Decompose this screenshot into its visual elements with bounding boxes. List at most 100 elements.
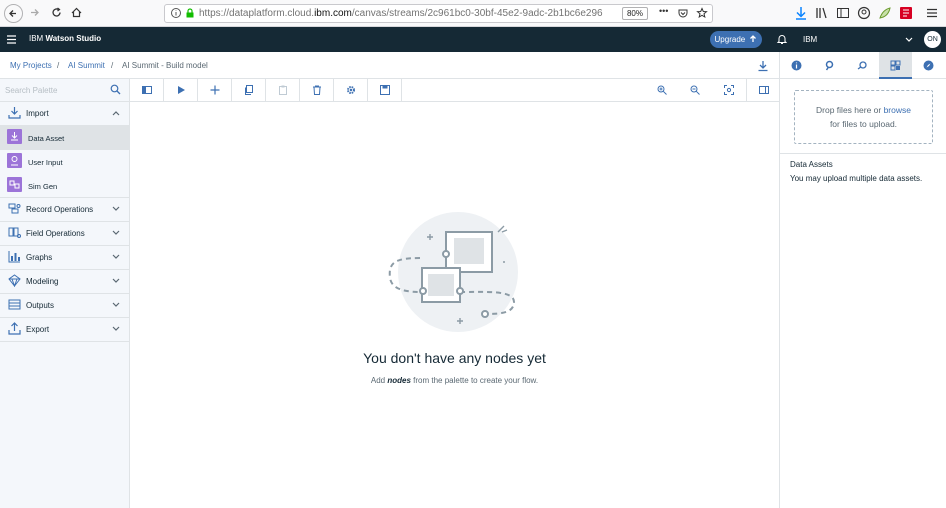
category-label: Import: [26, 109, 49, 118]
zoom-out-icon: [690, 85, 700, 95]
breadcrumb-separator: /: [57, 61, 60, 70]
search-icon[interactable]: [110, 84, 121, 95]
account-name[interactable]: IBM: [803, 35, 817, 44]
paste-button[interactable]: [266, 79, 300, 101]
tab-versions[interactable]: [813, 52, 846, 79]
palette-category-outputs[interactable]: Outputs: [0, 294, 129, 318]
url-text: https://dataplatform.cloud.ibm.com/canva…: [199, 8, 603, 19]
upgrade-button[interactable]: Upgrade: [710, 31, 762, 48]
arrow-up-icon: [750, 35, 757, 42]
palette-toggle-icon: [142, 86, 152, 94]
info-icon[interactable]: [170, 7, 184, 21]
trash-icon: [313, 85, 321, 95]
download-icon[interactable]: [757, 60, 769, 72]
gear-icon: [347, 86, 355, 94]
toggle-palette-button[interactable]: [130, 79, 164, 101]
chevron-down-icon: [112, 230, 120, 235]
graphs-icon: [8, 251, 20, 263]
add-comment-button[interactable]: [198, 79, 232, 101]
tab-environment[interactable]: [846, 52, 879, 79]
flow-canvas[interactable]: You don't have any nodes yet Add nodes f…: [130, 102, 779, 508]
data-assets-icon: [890, 60, 901, 71]
palette-search: [0, 79, 130, 101]
app-title[interactable]: IBM Watson Studio: [29, 34, 101, 43]
palette-search-input[interactable]: [5, 83, 105, 97]
import-icon: [8, 107, 21, 119]
delete-button[interactable]: [300, 79, 334, 101]
save-icon: [380, 85, 390, 95]
empty-state-subtitle: Add nodes from the palette to create you…: [370, 376, 539, 385]
copy-button[interactable]: [232, 79, 266, 101]
sidebar-toggle-icon[interactable]: [835, 5, 851, 21]
toggle-right-panel-button[interactable]: [746, 79, 780, 101]
save-button[interactable]: [368, 79, 402, 101]
tab-explore[interactable]: [912, 52, 945, 79]
category-label: Record Operations: [26, 205, 94, 214]
home-icon[interactable]: [68, 4, 87, 23]
palette-category-export[interactable]: Export: [0, 318, 129, 342]
download-arrow-icon[interactable]: [793, 5, 809, 21]
breadcrumb-current: AI Summit - Build model: [122, 61, 208, 70]
node-palette: Import Data Asset User Input Sim Gen Rec…: [0, 102, 130, 508]
palette-node-data-asset[interactable]: Data Asset: [0, 126, 129, 150]
palette-category-record-operations[interactable]: Record Operations: [0, 198, 129, 222]
tab-info[interactable]: [780, 52, 813, 79]
extension-red-icon[interactable]: [898, 5, 914, 21]
menu-icon[interactable]: [924, 5, 940, 21]
run-flow-button[interactable]: [164, 79, 198, 101]
palette-category-field-operations[interactable]: Field Operations: [0, 222, 129, 246]
breadcrumb-project[interactable]: AI Summit: [68, 61, 105, 70]
browse-link[interactable]: browse: [884, 105, 911, 115]
zoom-in-button[interactable]: [645, 79, 679, 101]
forward-icon[interactable]: [27, 4, 46, 23]
chevron-down-icon: [112, 302, 120, 307]
category-label: Modeling: [26, 277, 59, 286]
chevron-down-icon: [112, 326, 120, 331]
chevron-down-icon[interactable]: [905, 37, 913, 43]
category-label: Graphs: [26, 253, 53, 262]
zoom-out-button[interactable]: [678, 79, 712, 101]
category-label: Field Operations: [26, 229, 85, 238]
palette-category-import[interactable]: Import: [0, 102, 129, 126]
reload-icon[interactable]: [48, 4, 67, 23]
bookmark-star-icon[interactable]: [696, 7, 710, 21]
zoom-fit-button[interactable]: [712, 79, 746, 101]
versions-icon: [825, 60, 834, 71]
environment-icon: [857, 61, 867, 70]
compass-icon: [923, 60, 934, 71]
settings-button[interactable]: [334, 79, 368, 101]
data-assets-description: You may upload multiple data assets.: [790, 174, 923, 183]
record-operations-icon: [8, 203, 21, 214]
account-icon[interactable]: [856, 5, 872, 21]
palette-node-sim-gen[interactable]: Sim Gen: [0, 174, 129, 198]
right-panel-tabs: [780, 52, 946, 79]
chevron-down-icon: [112, 254, 120, 259]
node-label: Sim Gen: [28, 182, 58, 191]
lock-icon: [184, 7, 198, 21]
pocket-icon[interactable]: [677, 7, 691, 21]
address-bar[interactable]: https://dataplatform.cloud.ibm.com/canva…: [164, 4, 713, 23]
extension-leaf-icon[interactable]: [877, 5, 893, 21]
canvas-toolbar: [0, 79, 779, 102]
data-asset-icon: [7, 129, 22, 144]
palette-node-user-input[interactable]: User Input: [0, 150, 129, 174]
back-icon[interactable]: [4, 4, 23, 23]
library-icon[interactable]: [814, 5, 830, 21]
user-input-icon: [7, 153, 22, 168]
chevron-up-icon: [112, 111, 120, 116]
notification-bell-icon[interactable]: [776, 33, 788, 45]
zoom-indicator[interactable]: 80%: [622, 7, 648, 20]
browser-toolbar: https://dataplatform.cloud.ibm.com/canva…: [0, 0, 946, 27]
hamburger-menu-icon[interactable]: [6, 34, 17, 45]
dropzone-text: for files to upload.: [829, 119, 898, 129]
node-label: User Input: [28, 158, 63, 167]
page-actions-icon[interactable]: •••: [659, 6, 673, 20]
breadcrumb-my-projects[interactable]: My Projects: [10, 61, 52, 70]
tab-data-assets[interactable]: [879, 52, 912, 79]
node-label: Data Asset: [28, 134, 65, 143]
file-dropzone[interactable]: Drop files here or browse for files to u…: [794, 90, 933, 144]
fit-to-screen-icon: [724, 85, 734, 95]
avatar[interactable]: ON: [924, 31, 941, 48]
palette-category-graphs[interactable]: Graphs: [0, 246, 129, 270]
palette-category-modeling[interactable]: Modeling: [0, 270, 129, 294]
